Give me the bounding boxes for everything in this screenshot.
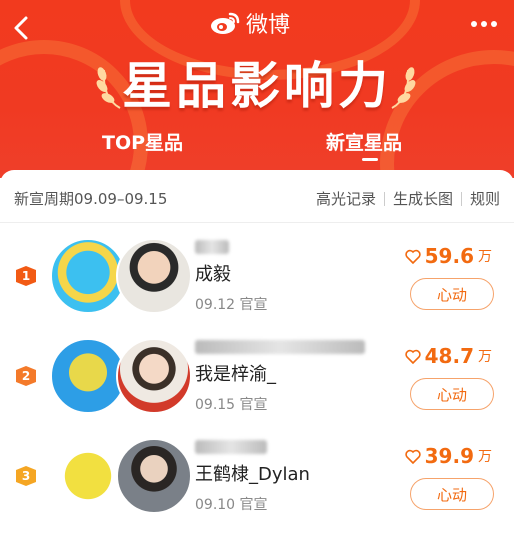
rank-badge: 1 bbox=[16, 266, 36, 286]
brand-avatar[interactable] bbox=[50, 438, 126, 514]
like-button[interactable]: 心动 bbox=[410, 378, 494, 410]
tab-top-products[interactable]: TOP星品 bbox=[102, 128, 183, 155]
weibo-logo-icon bbox=[211, 12, 240, 34]
divider bbox=[460, 191, 462, 206]
header-banner: 微博 星品影响力 TOP星品 新宣星品 bbox=[0, 0, 514, 178]
like-button[interactable]: 心动 bbox=[410, 278, 494, 310]
generate-image-link[interactable]: 生成长图 bbox=[393, 188, 453, 209]
brand-avatar[interactable] bbox=[50, 238, 126, 314]
heart-icon bbox=[404, 249, 421, 264]
heat-value: 48.7 万 bbox=[404, 344, 492, 368]
tab-new-products[interactable]: 新宣星品 bbox=[326, 128, 402, 155]
brand-name: 微博 bbox=[246, 13, 291, 38]
blurred-brand-name bbox=[195, 440, 267, 454]
announce-date: 09.12 官宣 bbox=[195, 297, 268, 313]
announce-date: 09.15 官宣 bbox=[195, 397, 268, 413]
avatar[interactable] bbox=[116, 338, 192, 414]
divider bbox=[383, 191, 385, 206]
tab-bar: TOP星品 新宣星品 bbox=[0, 128, 514, 168]
toolbar-links: 高光记录 生成长图 规则 bbox=[316, 188, 500, 209]
blurred-brand-name bbox=[195, 240, 229, 254]
heat-number: 48.7 bbox=[424, 344, 474, 368]
brand-avatar[interactable] bbox=[50, 338, 126, 414]
avatar[interactable] bbox=[116, 238, 192, 314]
rank-badge: 2 bbox=[16, 366, 36, 386]
page-title: 星品影响力 bbox=[122, 57, 392, 115]
heat-unit: 万 bbox=[478, 249, 492, 265]
period-label: 新宣周期09.09–09.15 bbox=[14, 190, 168, 208]
heart-icon bbox=[404, 349, 421, 364]
avatar[interactable] bbox=[116, 438, 192, 514]
sub-toolbar: 新宣周期09.09–09.15 高光记录 生成长图 规则 bbox=[14, 188, 500, 208]
brand: 微博 bbox=[210, 8, 290, 38]
like-button[interactable]: 心动 bbox=[410, 478, 494, 510]
heat-value: 59.6 万 bbox=[404, 244, 492, 268]
celebrity-name: 我是梓渝_ bbox=[195, 364, 276, 385]
list-item[interactable]: 2 我是梓渝_ 09.15 官宣 48.7 万 心动 bbox=[0, 338, 514, 434]
tab-active-indicator bbox=[362, 158, 378, 161]
highlight-record-link[interactable]: 高光记录 bbox=[316, 188, 376, 209]
heat-number: 39.9 bbox=[424, 444, 474, 468]
divider bbox=[0, 222, 514, 223]
heat-value: 39.9 万 bbox=[404, 444, 492, 468]
announce-date: 09.10 官宣 bbox=[195, 497, 268, 513]
rules-link[interactable]: 规则 bbox=[470, 188, 500, 209]
celebrity-name: 成毅 bbox=[195, 264, 231, 285]
blurred-brand-name bbox=[195, 340, 365, 354]
heart-icon bbox=[404, 449, 421, 464]
heat-unit: 万 bbox=[478, 449, 492, 465]
back-arrow-icon[interactable] bbox=[10, 14, 38, 42]
rank-badge: 3 bbox=[16, 466, 36, 486]
list-item[interactable]: 1 成毅 09.12 官宣 59.6 万 心动 bbox=[0, 238, 514, 334]
celebrity-name: 王鹤棣_Dylan bbox=[195, 464, 310, 485]
list-item[interactable]: 3 王鹤棣_Dylan 09.10 官宣 39.9 万 心动 bbox=[0, 438, 514, 534]
heat-number: 59.6 bbox=[424, 244, 474, 268]
heat-unit: 万 bbox=[478, 349, 492, 365]
more-icon[interactable] bbox=[470, 10, 498, 35]
